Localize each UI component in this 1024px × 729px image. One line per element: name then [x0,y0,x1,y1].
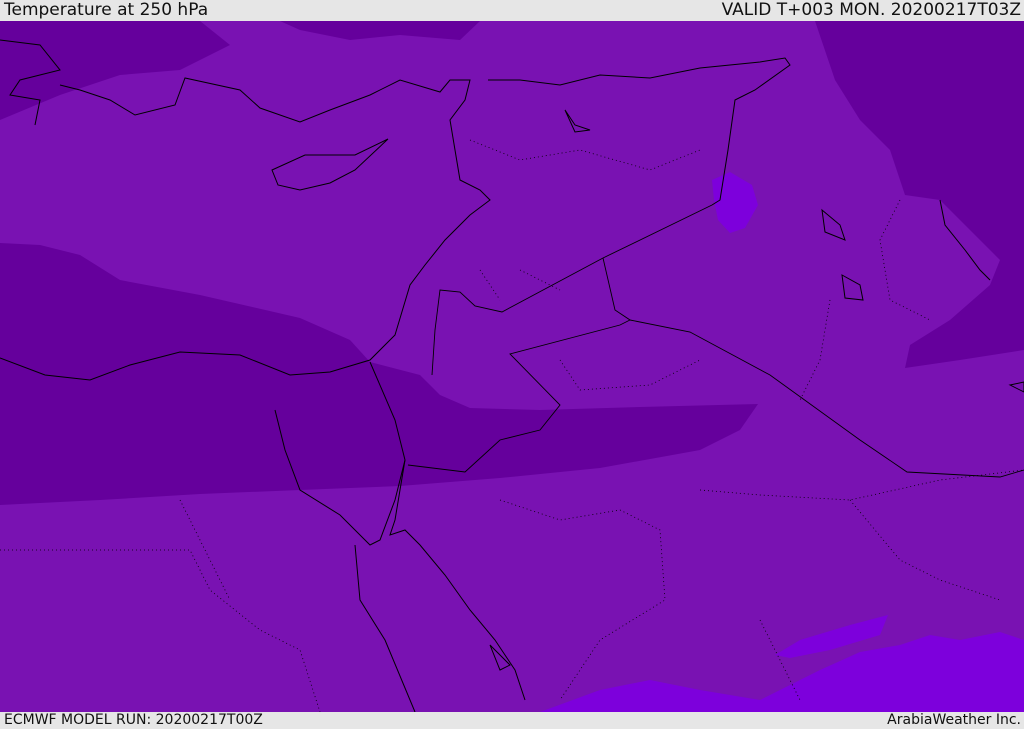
footer-bar: ECMWF MODEL RUN: 20200217T00Z ArabiaWeat… [0,712,1024,729]
valid-time: VALID T+003 MON. 20200217T03Z [721,0,1021,20]
credit: ArabiaWeather Inc. [887,712,1021,728]
temperature-map[interactable] [0,21,1024,712]
map-title: Temperature at 250 hPa [4,0,209,20]
model-run: ECMWF MODEL RUN: 20200217T00Z [4,712,263,728]
header-bar: Temperature at 250 hPa VALID T+003 MON. … [0,0,1024,21]
